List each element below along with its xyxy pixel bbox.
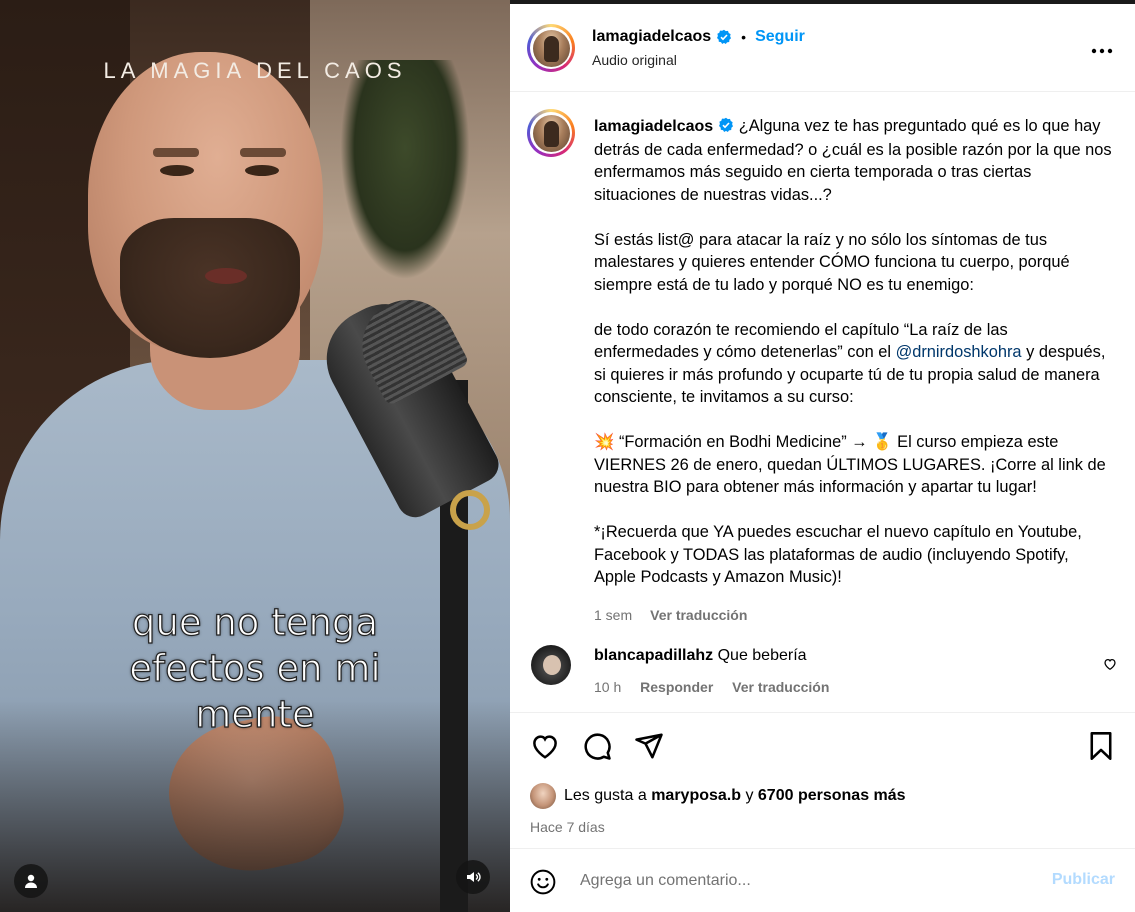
video-subtitle-line: que no tenga (131, 600, 379, 644)
comment-like-button[interactable] (1103, 657, 1117, 676)
commenter-username[interactable]: blancapadillahz (594, 647, 713, 664)
caption-author-avatar[interactable] (527, 109, 575, 157)
likes-connector: y (745, 787, 754, 804)
caption-p4: 💥 “Formación en Bodhi Medicine” → 🥇 El c… (594, 433, 1106, 496)
post-date[interactable]: Hace 7 días (530, 819, 605, 835)
video-subtitle: que no tenga efectos en mi mente (60, 600, 450, 738)
liker-avatar[interactable] (530, 783, 556, 809)
avatar-image (532, 114, 570, 152)
comment-time[interactable]: 10 h (594, 679, 621, 695)
reel-video[interactable]: LA MAGIA DEL CAOS que no tenga efectos e… (0, 0, 510, 912)
author-row: lamagiadelcaos • Seguir (592, 28, 805, 46)
sound-icon (467, 872, 481, 882)
tagged-users-button[interactable] (14, 864, 48, 898)
mute-toggle-button[interactable] (456, 860, 490, 894)
follow-button[interactable]: Seguir (755, 28, 805, 46)
comment-translate-button[interactable]: Ver traducción (732, 679, 829, 695)
comment-input[interactable] (580, 869, 1020, 893)
comment-text: blancapadillahz Que bebería (594, 647, 807, 665)
video-brand-title: LA MAGIA DEL CAOS (103, 58, 407, 83)
more-icon (1091, 48, 1113, 54)
person-eye (160, 165, 194, 176)
likes-prefix: Les gusta a (564, 787, 647, 804)
heart-icon (1104, 658, 1116, 671)
caption-paragraph: lamagiadelcaos ¿Alguna vez te has pregun… (594, 115, 1114, 206)
person-beard (120, 218, 300, 358)
comment-item: blancapadillahz Que bebería 10 h Respond… (510, 645, 1135, 711)
likes-summary[interactable]: Les gusta a maryposa.b y 6700 personas m… (530, 783, 906, 809)
save-button[interactable] (1087, 731, 1115, 766)
author-avatar[interactable] (527, 24, 575, 72)
post-header: lamagiadelcaos • Seguir Audio original (510, 4, 1135, 92)
see-translation-button[interactable]: Ver traducción (650, 607, 747, 623)
comment-icon[interactable] (582, 731, 612, 761)
heart-icon[interactable] (530, 731, 560, 761)
action-icons (530, 731, 664, 761)
caption-time[interactable]: 1 sem (594, 607, 632, 623)
share-icon[interactable] (634, 731, 664, 761)
person-mouth (205, 268, 247, 284)
more-options-button[interactable] (1091, 34, 1113, 60)
commenter-avatar[interactable] (531, 645, 571, 685)
caption-text: lamagiadelcaos ¿Alguna vez te has pregun… (594, 115, 1114, 589)
person-brow (153, 148, 199, 157)
caption-paragraph: de todo corazón te recomiendo el capítul… (594, 319, 1114, 409)
emoji-button[interactable] (530, 869, 556, 900)
verified-icon (718, 117, 734, 133)
video-subtitle-line: efectos en mi (129, 646, 382, 690)
person-eye (245, 165, 279, 176)
separator-dot: • (741, 29, 747, 45)
caption-meta: 1 sem Ver traducción (594, 607, 747, 623)
comments-section[interactable]: lamagiadelcaos ¿Alguna vez te has pregun… (510, 93, 1135, 711)
user-icon (25, 874, 37, 888)
video-subtitle-line: mente (195, 692, 316, 736)
person-brow (240, 148, 286, 157)
emoji-icon (530, 869, 556, 895)
bookmark-icon (1090, 732, 1112, 760)
comment-meta: 10 h Responder Ver traducción (594, 679, 844, 695)
mic-mount-ring (450, 490, 490, 530)
audio-label[interactable]: Audio original (592, 52, 677, 68)
avatar-image (532, 29, 570, 67)
caption-p5: *¡Recuerda que YA puedes escuchar el nue… (594, 523, 1082, 586)
caption-p2: Sí estás list@ para atacar la raíz y no … (594, 230, 1070, 294)
publish-button[interactable]: Publicar (1052, 871, 1115, 889)
author-username[interactable]: lamagiadelcaos (592, 28, 711, 46)
comment-body: Que bebería (717, 647, 807, 664)
liker-username[interactable]: maryposa.b (651, 787, 741, 805)
mention-link[interactable]: @drnirdoshkohra (896, 343, 1022, 361)
reply-button[interactable]: Responder (640, 679, 713, 695)
verified-icon (716, 29, 732, 45)
likes-count[interactable]: 6700 personas más (758, 787, 906, 805)
caption-username[interactable]: lamagiadelcaos (594, 118, 713, 135)
post-actions: Les gusta a maryposa.b y 6700 personas m… (510, 712, 1135, 848)
add-comment-bar: Publicar (510, 848, 1135, 912)
background-plant (340, 60, 470, 280)
post-panel: lamagiadelcaos • Seguir Audio original l… (510, 4, 1135, 912)
